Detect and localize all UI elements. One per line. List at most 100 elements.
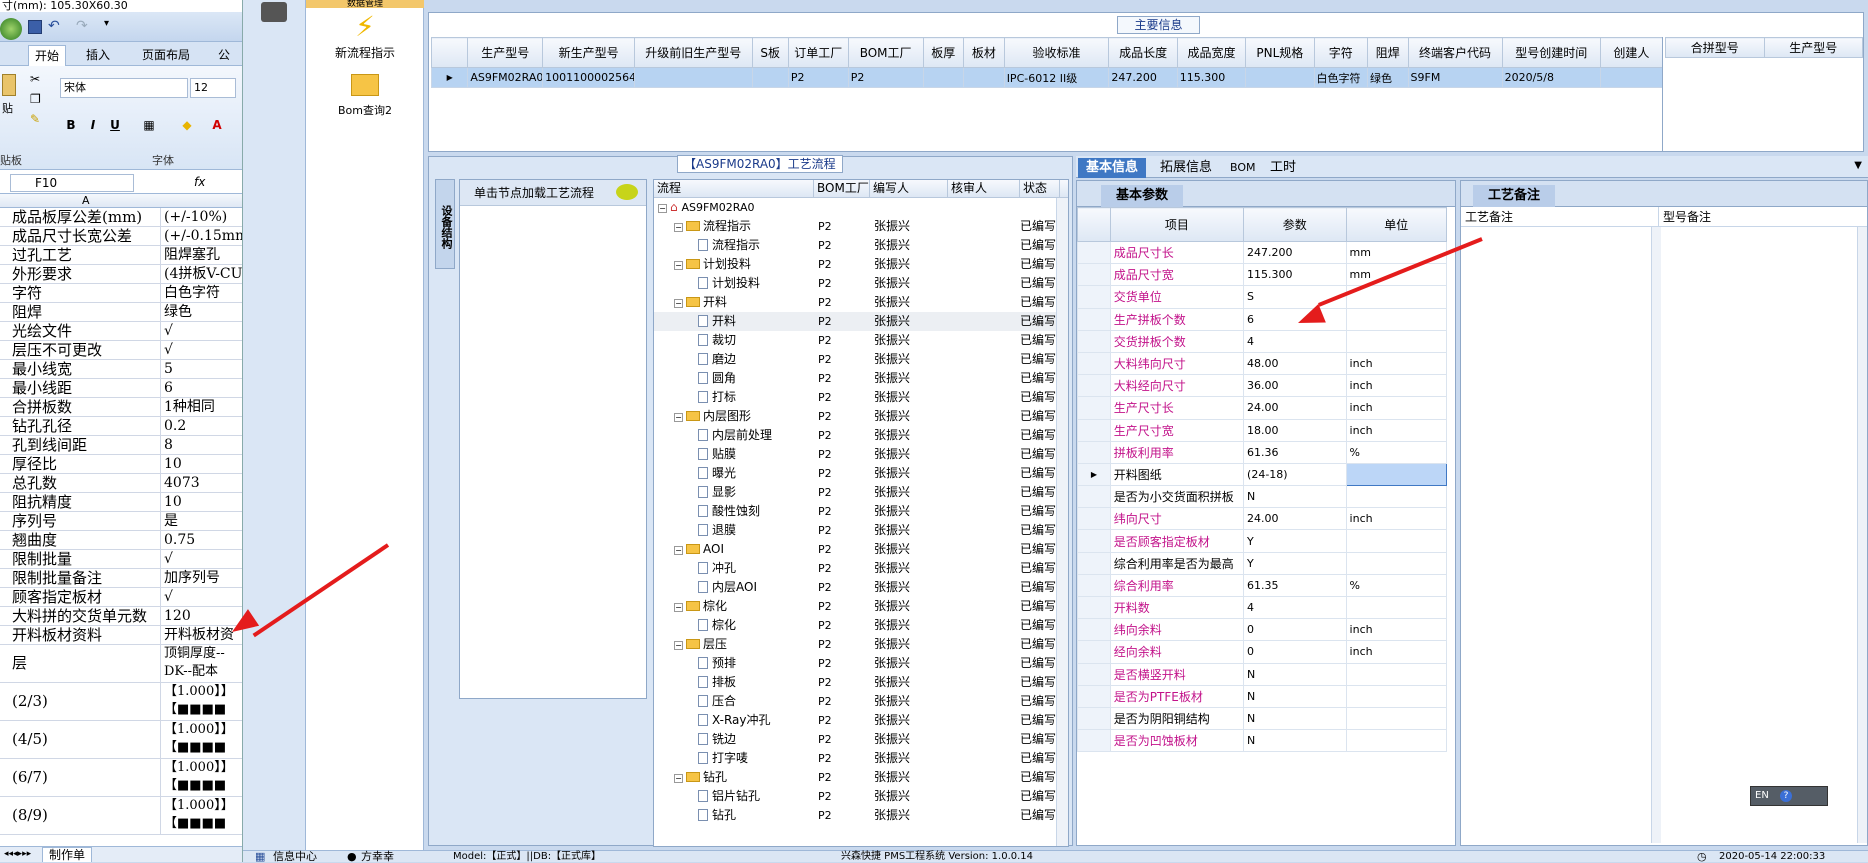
underline-button[interactable]: U: [106, 116, 124, 134]
copy-icon[interactable]: ❐: [30, 92, 41, 106]
excel-row[interactable]: 翘曲度 0.75: [0, 531, 242, 550]
table-cell[interactable]: AS9FM02RA0: [467, 67, 544, 88]
table-cell[interactable]: IPC-6012 II级: [1003, 67, 1110, 88]
tree-root[interactable]: − ⌂ AS9FM02RA0: [654, 198, 1068, 217]
param-value[interactable]: 6: [1243, 307, 1347, 331]
cell-a[interactable]: 顾客指定板材: [0, 588, 161, 606]
fx-icon[interactable]: fx: [194, 175, 205, 189]
param-row[interactable]: 是否为PTFE板材 N: [1077, 684, 1448, 708]
excel-tab-formula[interactable]: 公式: [212, 45, 242, 82]
cell-a[interactable]: 翘曲度: [0, 531, 161, 549]
speech-bubble-icon[interactable]: [616, 184, 638, 200]
param-row[interactable]: 成品尺寸长 247.200 mm: [1077, 240, 1448, 265]
column-header[interactable]: BOM工厂: [847, 37, 924, 68]
cell-b[interactable]: 10: [161, 455, 242, 473]
tree-node[interactable]: 流程指示 P2 张振兴 已编写: [654, 236, 1068, 255]
nav-item-bom-query[interactable]: Bom查询2: [306, 70, 424, 118]
cell-a[interactable]: (2/3): [0, 683, 161, 720]
column-header[interactable]: 型号创建时间: [1501, 37, 1601, 68]
cell-a[interactable]: 阻抗精度: [0, 493, 161, 511]
param-unit[interactable]: [1345, 729, 1448, 753]
excel-row[interactable]: 成品尺寸长宽公差 (+/-0.15mm: [0, 227, 242, 246]
info-center-label[interactable]: 信息中心: [273, 851, 317, 863]
collapse-icon[interactable]: −: [674, 223, 683, 232]
collapse-icon[interactable]: −: [674, 299, 683, 308]
param-unit[interactable]: [1345, 595, 1448, 620]
model-remark-scrollbar[interactable]: [1857, 227, 1867, 843]
tree-node[interactable]: 排板 P2 张振兴 已编写: [654, 673, 1068, 692]
col-reviewer[interactable]: 核审人: [948, 180, 1020, 197]
remark-scrollbar[interactable]: [1651, 227, 1661, 843]
param-value[interactable]: 18.00: [1243, 418, 1347, 442]
cell-b[interactable]: 【1.000】】【■■■■: [161, 721, 242, 758]
tree-node[interactable]: 棕化 P2 张振兴 已编写: [654, 616, 1068, 635]
tree-node[interactable]: 打字唛 P2 张振兴 已编写: [654, 749, 1068, 768]
param-value[interactable]: N: [1243, 485, 1347, 509]
excel-row[interactable]: 限制批量备注 加序列号: [0, 569, 242, 588]
process-remark-column[interactable]: 工艺备注: [1461, 207, 1659, 226]
table-cell[interactable]: [634, 67, 753, 88]
tree-node[interactable]: 磨边 P2 张振兴 已编写: [654, 350, 1068, 369]
excel-row[interactable]: 最小线宽 5: [0, 360, 242, 379]
param-unit[interactable]: inch: [1345, 640, 1448, 664]
table-cell[interactable]: 白色字符: [1313, 67, 1368, 88]
table-cell[interactable]: [1599, 67, 1662, 88]
cell-b[interactable]: 【1.000】】【■■■■: [161, 797, 242, 834]
cell-b[interactable]: 【1.000】】【■■■■: [161, 683, 242, 720]
param-value[interactable]: 61.35: [1243, 573, 1347, 598]
paste-icon[interactable]: [2, 74, 16, 96]
param-row[interactable]: 是否为凹蚀板材 N: [1077, 729, 1448, 753]
cell-a[interactable]: 层: [0, 645, 161, 682]
office-button-icon[interactable]: [0, 18, 22, 40]
column-header[interactable]: 验收标准: [1003, 37, 1110, 68]
cell-a[interactable]: 最小线距: [0, 379, 161, 397]
param-unit[interactable]: [1345, 684, 1448, 708]
cell-a[interactable]: 总孔数: [0, 474, 161, 492]
param-value[interactable]: 4: [1243, 329, 1347, 353]
col-param[interactable]: 参数: [1243, 207, 1347, 242]
collapse-icon[interactable]: −: [674, 641, 683, 650]
cell-b[interactable]: √: [161, 341, 242, 359]
excel-row[interactable]: 过孔工艺 阻焊塞孔: [0, 246, 242, 265]
column-header[interactable]: 成品宽度: [1176, 37, 1247, 68]
tree-node[interactable]: 曝光 P2 张振兴 已编写: [654, 464, 1068, 483]
param-row[interactable]: 交货拼板个数 4: [1077, 329, 1448, 353]
cell-b[interactable]: 6: [161, 379, 242, 397]
save-icon[interactable]: [28, 20, 42, 34]
column-header[interactable]: 成品长度: [1108, 37, 1178, 68]
tree-node[interactable]: 裁切 P2 张振兴 已编写: [654, 331, 1068, 350]
col-status[interactable]: 状态: [1020, 180, 1060, 197]
tree-node[interactable]: 退膜 P2 张振兴 已编写: [654, 521, 1068, 540]
tree-node[interactable]: 开料 P2 张振兴 已编写: [654, 312, 1068, 331]
name-box[interactable]: F10: [10, 174, 134, 192]
param-unit[interactable]: [1345, 307, 1448, 331]
excel-row[interactable]: (8/9) 【1.000】】【■■■■: [0, 797, 242, 835]
tree-node[interactable]: − 开料 P2 张振兴 已编写: [654, 293, 1068, 312]
excel-row[interactable]: (4/5) 【1.000】】【■■■■: [0, 721, 242, 759]
param-unit[interactable]: [1345, 329, 1448, 353]
param-row[interactable]: 生产尺寸长 24.00 inch: [1077, 396, 1448, 420]
tree-node[interactable]: − 钻孔 P2 张振兴 已编写: [654, 768, 1068, 787]
column-header[interactable]: 升级前旧生产型号: [634, 37, 753, 68]
excel-row[interactable]: 阻抗精度 10: [0, 493, 242, 512]
param-unit[interactable]: [1345, 529, 1448, 553]
param-unit[interactable]: [1345, 485, 1448, 509]
excel-row[interactable]: 光绘文件 √: [0, 322, 242, 341]
table-cell[interactable]: S9FM: [1407, 67, 1503, 88]
cell-a[interactable]: (6/7): [0, 759, 161, 796]
column-header[interactable]: 新生产型号: [542, 37, 636, 68]
tree-node[interactable]: 计划投料 P2 张振兴 已编写: [654, 274, 1068, 293]
column-header[interactable]: 字符: [1313, 37, 1368, 68]
col-writer[interactable]: 编写人: [870, 180, 948, 197]
font-size-select[interactable]: 12: [190, 78, 236, 98]
basic-params-tab[interactable]: 基本参数: [1101, 185, 1183, 207]
tree-node[interactable]: − 内层图形 P2 张振兴 已编写: [654, 407, 1068, 426]
collapse-icon[interactable]: −: [674, 413, 683, 422]
table-cell[interactable]: [922, 67, 965, 88]
cell-b[interactable]: (+/-0.15mm: [161, 227, 242, 245]
param-row[interactable]: 生产拼板个数 6: [1077, 307, 1448, 331]
param-row[interactable]: 大料经向尺寸 36.00 inch: [1077, 374, 1448, 398]
nav-top-item[interactable]: 数据管理: [306, 0, 424, 8]
param-value[interactable]: 4: [1243, 595, 1347, 620]
excel-row[interactable]: 外形要求 (4拼板V-CU: [0, 265, 242, 284]
